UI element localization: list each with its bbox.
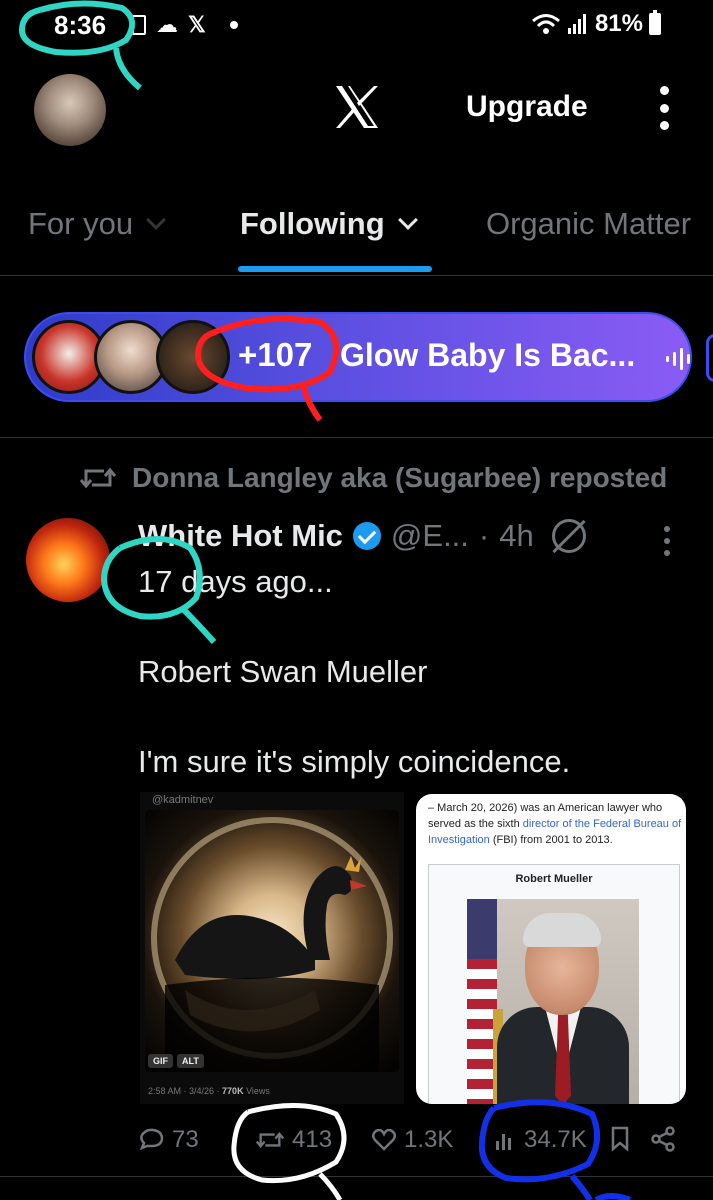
gif-badge: GIF [148,1054,173,1068]
verified-badge-icon [352,522,381,550]
tab-label: Following [240,206,385,241]
teal-tail-annotation [181,607,217,644]
chevron-down-icon [146,210,167,230]
heart-icon [372,1129,396,1151]
tweet-more-icon[interactable] [664,526,672,556]
portrait-photo [467,899,639,1104]
sim-icon [132,15,146,35]
alt-badge[interactable]: ALT [177,1054,204,1068]
tweet-text-line: 17 days ago... [138,564,333,599]
tweet-text-line: I'm sure it's simply coincidence. [138,744,571,779]
embedded-meta: 2:58 AM · 3/4/26 · 770K Views [148,1086,270,1096]
chevron-down-icon [397,210,418,230]
media-badges: GIF ALT [148,1054,204,1068]
profile-avatar[interactable] [34,74,106,146]
upgrade-button[interactable]: Upgrade [466,90,588,124]
tab-label: For you [28,206,134,241]
views-count: 34.7K [524,1126,587,1153]
black-swan-image [145,810,399,1072]
wiki-infobox: Robert Mueller [428,864,680,1104]
x-app-icon: 𝕏 [188,12,206,37]
bottom-divider [0,1176,713,1177]
separator-dot: · [478,518,490,553]
active-tab-indicator [238,266,432,272]
divider [0,437,713,438]
repost-icon [256,1131,284,1149]
wiki-excerpt: – March 20, 2026) was an American lawyer… [428,800,682,848]
wifi-icon [531,14,560,34]
space-title: Glow Baby Is Bac... [340,337,636,373]
timeline-tabs: For you Following Organic Matter [0,196,713,276]
tweet-header: White Hot Mic @E... · 4h [138,518,586,554]
author-handle[interactable]: @E... [391,518,469,554]
space-host-avatar [156,320,230,394]
top-header: Upgrade [0,64,713,160]
cloud-icon: ☁ [156,12,178,37]
tweet-media-gif[interactable]: @kadmitnev GIF ALT 2:58 AM · 3/4/26 · 77… [140,792,404,1104]
listener-count: +107 [238,336,313,373]
blue-tail-annotation [569,1174,632,1200]
grok-icon[interactable] [551,519,586,553]
repost-label: Donna Langley aka (Sugarbee) reposted [132,462,668,493]
repost-indicator[interactable]: Donna Langley aka (Sugarbee) reposted [80,462,667,494]
signal-icon [567,14,586,34]
tab-following[interactable]: Following [240,206,418,242]
x-logo-icon[interactable] [332,82,382,132]
dot-icon [229,21,238,29]
embedded-timestamp: 2:58 AM · 3/4/26 · [148,1086,223,1096]
reply-icon [139,1128,164,1151]
repost-icon [80,467,116,489]
white-tail-annotation [318,1172,343,1200]
share-button[interactable] [650,1126,676,1152]
bookmark-button[interactable] [610,1126,630,1152]
share-icon [651,1126,675,1152]
repost-button[interactable]: 413 [256,1126,332,1154]
battery-icon [649,10,661,35]
bookmark-icon [611,1126,629,1152]
author-name[interactable]: White Hot Mic [138,518,343,554]
tab-label: Organic Matter [486,206,692,241]
live-spaces-pill[interactable]: +107 · Glow Baby Is Bac... [24,312,692,402]
views-button[interactable]: 34.7K [494,1126,587,1154]
tab-organic-matter[interactable]: Organic Matter [486,206,691,242]
tweet-time[interactable]: 4h [499,518,533,554]
author-avatar[interactable] [26,518,110,602]
more-options-icon[interactable] [654,86,674,130]
like-button[interactable]: 1.3K [372,1126,453,1154]
embedded-views-suffix: Views [243,1086,270,1096]
infobox-title: Robert Mueller [515,873,593,885]
like-count: 1.3K [404,1126,454,1153]
embedded-views: 770K [222,1086,244,1096]
views-icon [496,1134,511,1150]
reply-count: 73 [172,1126,199,1153]
status-left-icons: ☁ 𝕏 [118,12,238,38]
battery-percent: 81% [594,10,643,37]
audio-wave-icon [666,348,690,370]
tweet-text-line: Robert Swan Mueller [138,654,428,689]
tab-for-you[interactable]: For you [28,206,167,242]
status-right: 81% [531,10,661,38]
next-space-pill[interactable] [706,334,713,382]
wiki-text: (FBI) from 2001 to 2013. [489,834,613,846]
repost-count: 413 [292,1126,333,1153]
tweet-media-wiki-screenshot[interactable]: – March 20, 2026) was an American lawyer… [416,794,686,1104]
status-time: 8:36 [54,10,107,40]
reply-button[interactable]: 73 [138,1126,199,1154]
embedded-handle: @kadmitnev [152,794,214,806]
tweet-actions: 73 413 1.3K 34.7K [0,1120,713,1164]
status-bar: 8:36 ☁ 𝕏 81% [0,0,713,56]
